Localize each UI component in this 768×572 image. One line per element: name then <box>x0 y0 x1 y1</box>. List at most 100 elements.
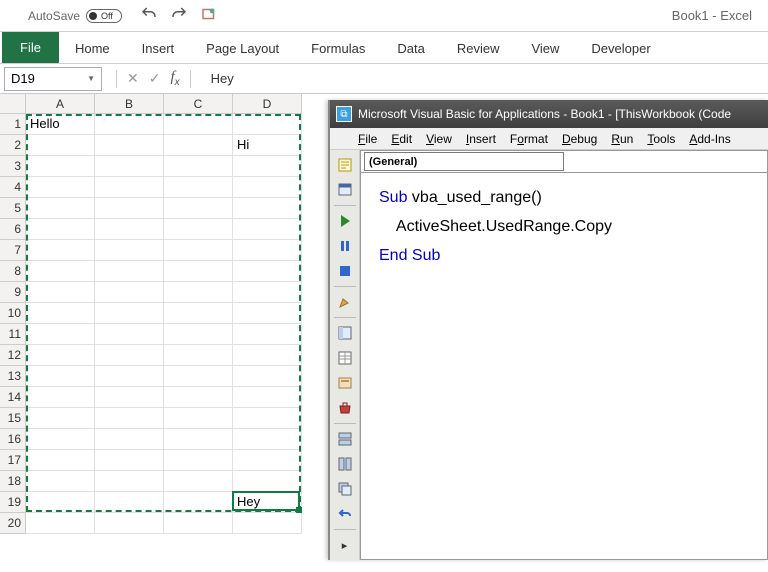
tab-file[interactable]: File <box>2 32 59 63</box>
undo-icon[interactable] <box>334 503 356 525</box>
name-box[interactable]: D19 ▼ <box>4 67 102 91</box>
cell[interactable] <box>26 177 95 198</box>
cell[interactable] <box>95 156 164 177</box>
tab-view[interactable]: View <box>515 34 575 63</box>
view-object-icon[interactable] <box>334 179 356 201</box>
cell[interactable] <box>95 429 164 450</box>
cell[interactable] <box>164 324 233 345</box>
cell[interactable] <box>26 513 95 534</box>
vba-menu-format[interactable]: Format <box>504 130 554 148</box>
cell[interactable] <box>164 513 233 534</box>
cell[interactable] <box>95 219 164 240</box>
cell[interactable] <box>233 387 302 408</box>
cell[interactable] <box>26 261 95 282</box>
cell[interactable] <box>26 324 95 345</box>
cell[interactable] <box>233 198 302 219</box>
cell[interactable] <box>26 219 95 240</box>
vba-menu-debug[interactable]: Debug <box>556 130 603 148</box>
row-header[interactable]: 11 <box>0 324 26 345</box>
row-header[interactable]: 5 <box>0 198 26 219</box>
cell[interactable] <box>95 135 164 156</box>
cell[interactable] <box>26 429 95 450</box>
redo-icon[interactable] <box>170 5 188 26</box>
row-header[interactable]: 8 <box>0 261 26 282</box>
cell[interactable] <box>233 177 302 198</box>
row-header[interactable]: 13 <box>0 366 26 387</box>
vba-menu-view[interactable]: View <box>420 130 458 148</box>
tab-formulas[interactable]: Formulas <box>295 34 381 63</box>
row-header[interactable]: 18 <box>0 471 26 492</box>
cell[interactable] <box>95 261 164 282</box>
cell[interactable]: Hi <box>233 135 302 156</box>
row-header[interactable]: 12 <box>0 345 26 366</box>
row-header[interactable]: 20 <box>0 513 26 534</box>
tab-page-layout[interactable]: Page Layout <box>190 34 295 63</box>
cell[interactable] <box>26 387 95 408</box>
row-header[interactable]: 9 <box>0 282 26 303</box>
cell[interactable] <box>26 156 95 177</box>
confirm-icon[interactable]: ✓ <box>149 70 161 87</box>
row-header[interactable]: 3 <box>0 156 26 177</box>
addin-icon[interactable] <box>200 5 218 26</box>
row-header[interactable]: 19 <box>0 492 26 513</box>
vba-object-dropdown[interactable]: (General) <box>364 152 564 171</box>
vba-menu-file[interactable]: File <box>352 130 383 148</box>
cell[interactable] <box>26 240 95 261</box>
cell[interactable] <box>95 198 164 219</box>
cell[interactable] <box>233 324 302 345</box>
row-header[interactable]: 1 <box>0 114 26 135</box>
cell[interactable] <box>164 240 233 261</box>
cell[interactable] <box>164 387 233 408</box>
cell[interactable] <box>164 156 233 177</box>
cell[interactable] <box>164 408 233 429</box>
cell[interactable] <box>233 240 302 261</box>
row-header[interactable]: 4 <box>0 177 26 198</box>
cell[interactable] <box>164 303 233 324</box>
cell[interactable] <box>95 366 164 387</box>
fx-icon[interactable]: fx <box>170 69 179 88</box>
vba-editor-window[interactable]: ⧉ Microsoft Visual Basic for Application… <box>328 100 768 560</box>
row-header[interactable]: 16 <box>0 429 26 450</box>
cell[interactable] <box>233 156 302 177</box>
cell[interactable] <box>164 471 233 492</box>
cell[interactable] <box>26 408 95 429</box>
cell[interactable] <box>164 450 233 471</box>
cell[interactable] <box>26 135 95 156</box>
tile-horizontal-icon[interactable] <box>334 428 356 450</box>
cell[interactable] <box>95 345 164 366</box>
cell[interactable] <box>95 282 164 303</box>
row-header[interactable]: 17 <box>0 450 26 471</box>
reset-icon[interactable] <box>334 260 356 282</box>
cell[interactable] <box>95 492 164 513</box>
column-header[interactable]: D <box>233 94 302 114</box>
vba-menu-tools[interactable]: Tools <box>641 130 681 148</box>
cell[interactable] <box>164 219 233 240</box>
cell[interactable] <box>95 408 164 429</box>
cell[interactable] <box>233 303 302 324</box>
column-header[interactable]: A <box>26 94 95 114</box>
design-mode-icon[interactable] <box>334 291 356 313</box>
row-header[interactable]: 2 <box>0 135 26 156</box>
row-header[interactable]: 10 <box>0 303 26 324</box>
cell[interactable] <box>233 261 302 282</box>
cell[interactable] <box>233 282 302 303</box>
cell[interactable] <box>26 366 95 387</box>
column-header[interactable]: B <box>95 94 164 114</box>
project-explorer-icon[interactable] <box>334 322 356 344</box>
cell[interactable] <box>26 198 95 219</box>
vba-menu-insert[interactable]: Insert <box>460 130 502 148</box>
cell[interactable]: Hello <box>26 114 95 135</box>
cell[interactable] <box>95 387 164 408</box>
cell[interactable] <box>164 135 233 156</box>
break-icon[interactable] <box>334 235 356 257</box>
column-header[interactable]: C <box>164 94 233 114</box>
tile-vertical-icon[interactable] <box>334 453 356 475</box>
formula-input[interactable]: Hey <box>201 71 234 86</box>
properties-window-icon[interactable] <box>334 347 356 369</box>
cell[interactable] <box>164 345 233 366</box>
object-browser-icon[interactable] <box>334 372 356 394</box>
vba-titlebar[interactable]: ⧉ Microsoft Visual Basic for Application… <box>330 100 768 128</box>
vba-menu-addins[interactable]: Add-Ins <box>683 130 736 148</box>
cell[interactable] <box>95 324 164 345</box>
cell[interactable] <box>233 114 302 135</box>
